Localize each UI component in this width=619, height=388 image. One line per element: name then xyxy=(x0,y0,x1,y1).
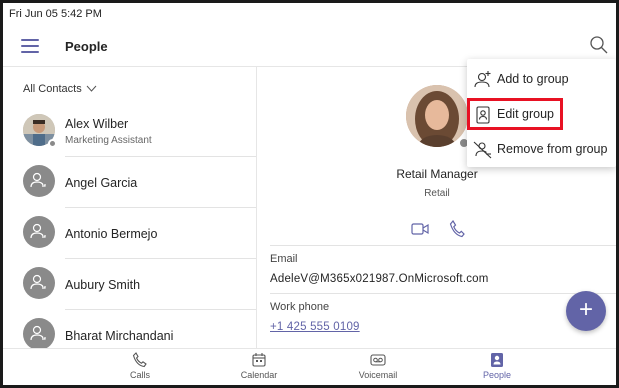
contact-item-aubury-smith[interactable]: Aubury Smith xyxy=(3,260,256,310)
add-fab-button[interactable]: + xyxy=(566,291,606,331)
nav-tab-calendar[interactable]: Calendar xyxy=(219,352,299,380)
nav-label: People xyxy=(482,370,512,380)
nav-tab-voicemail[interactable]: Voicemail xyxy=(338,352,418,380)
contacts-filter-dropdown[interactable]: All Contacts xyxy=(23,83,97,95)
hamburger-menu-icon[interactable] xyxy=(21,39,39,53)
contact-avatar-icon xyxy=(23,318,55,348)
calendar-icon xyxy=(252,353,266,367)
remove-person-icon xyxy=(473,140,493,160)
bottom-navigation: Calls Calendar Voicemail People xyxy=(3,348,616,385)
contact-item-bharat-mirchandani[interactable]: Bharat Mirchandani xyxy=(3,311,256,348)
contact-name: Aubury Smith xyxy=(65,278,141,292)
contact-subtitle: Marketing Assistant xyxy=(65,135,152,146)
nav-label: Voicemail xyxy=(358,370,398,380)
contacts-list: All Contacts Alex Wilber Marketing Assis… xyxy=(3,67,257,348)
phone-icon xyxy=(132,352,147,368)
work-phone-link[interactable]: +1 425 555 0109 xyxy=(270,321,360,333)
contact-avatar-icon xyxy=(23,216,55,248)
nav-tab-people[interactable]: People xyxy=(457,352,537,380)
email-value[interactable]: AdeleV@M365x021987.OnMicrosoft.com xyxy=(270,273,489,285)
contact-name: Angel Garcia xyxy=(65,176,138,190)
contact-name: Bharat Mirchandani xyxy=(65,329,174,343)
profile-photo-avatar xyxy=(406,85,468,147)
highlight-box xyxy=(467,98,563,130)
device-screen: Fri Jun 05 5:42 PM People All Contacts A… xyxy=(0,0,619,388)
contact-name: Alex Wilber xyxy=(65,117,129,131)
search-icon[interactable] xyxy=(589,35,609,55)
contact-item-angel-garcia[interactable]: Angel Garcia xyxy=(3,158,256,208)
contact-avatar-icon xyxy=(23,165,55,197)
menu-item-label: Add to group xyxy=(497,72,569,86)
profile-job-title: Retail Manager xyxy=(396,167,478,181)
nav-label: Calendar xyxy=(240,370,278,380)
add-person-icon xyxy=(473,70,493,90)
contact-item-alex-wilber[interactable]: Alex Wilber Marketing Assistant xyxy=(3,107,256,157)
nav-label: Calls xyxy=(129,370,150,380)
status-bar-datetime: Fri Jun 05 5:42 PM xyxy=(9,8,102,20)
audio-call-icon[interactable] xyxy=(449,219,465,243)
chevron-down-icon xyxy=(86,85,97,92)
people-icon xyxy=(491,353,503,367)
contacts-filter-label: All Contacts xyxy=(23,83,82,95)
video-call-icon[interactable] xyxy=(411,222,429,241)
contact-avatar-icon xyxy=(23,267,55,299)
profile-department: Retail xyxy=(424,188,450,199)
page-title: People xyxy=(65,39,108,54)
presence-indicator xyxy=(48,139,57,148)
contact-name: Antonio Bermejo xyxy=(65,227,158,241)
contact-item-antonio-bermejo[interactable]: Antonio Bermejo xyxy=(3,209,256,259)
email-label: Email xyxy=(270,253,298,265)
menu-item-label: Remove from group xyxy=(497,142,608,156)
work-phone-label: Work phone xyxy=(270,301,330,313)
menu-item-remove-from-group[interactable]: Remove from group xyxy=(467,133,616,165)
nav-tab-calls[interactable]: Calls xyxy=(100,352,180,380)
menu-item-add-to-group[interactable]: Add to group xyxy=(467,63,616,95)
voicemail-icon xyxy=(370,354,386,366)
